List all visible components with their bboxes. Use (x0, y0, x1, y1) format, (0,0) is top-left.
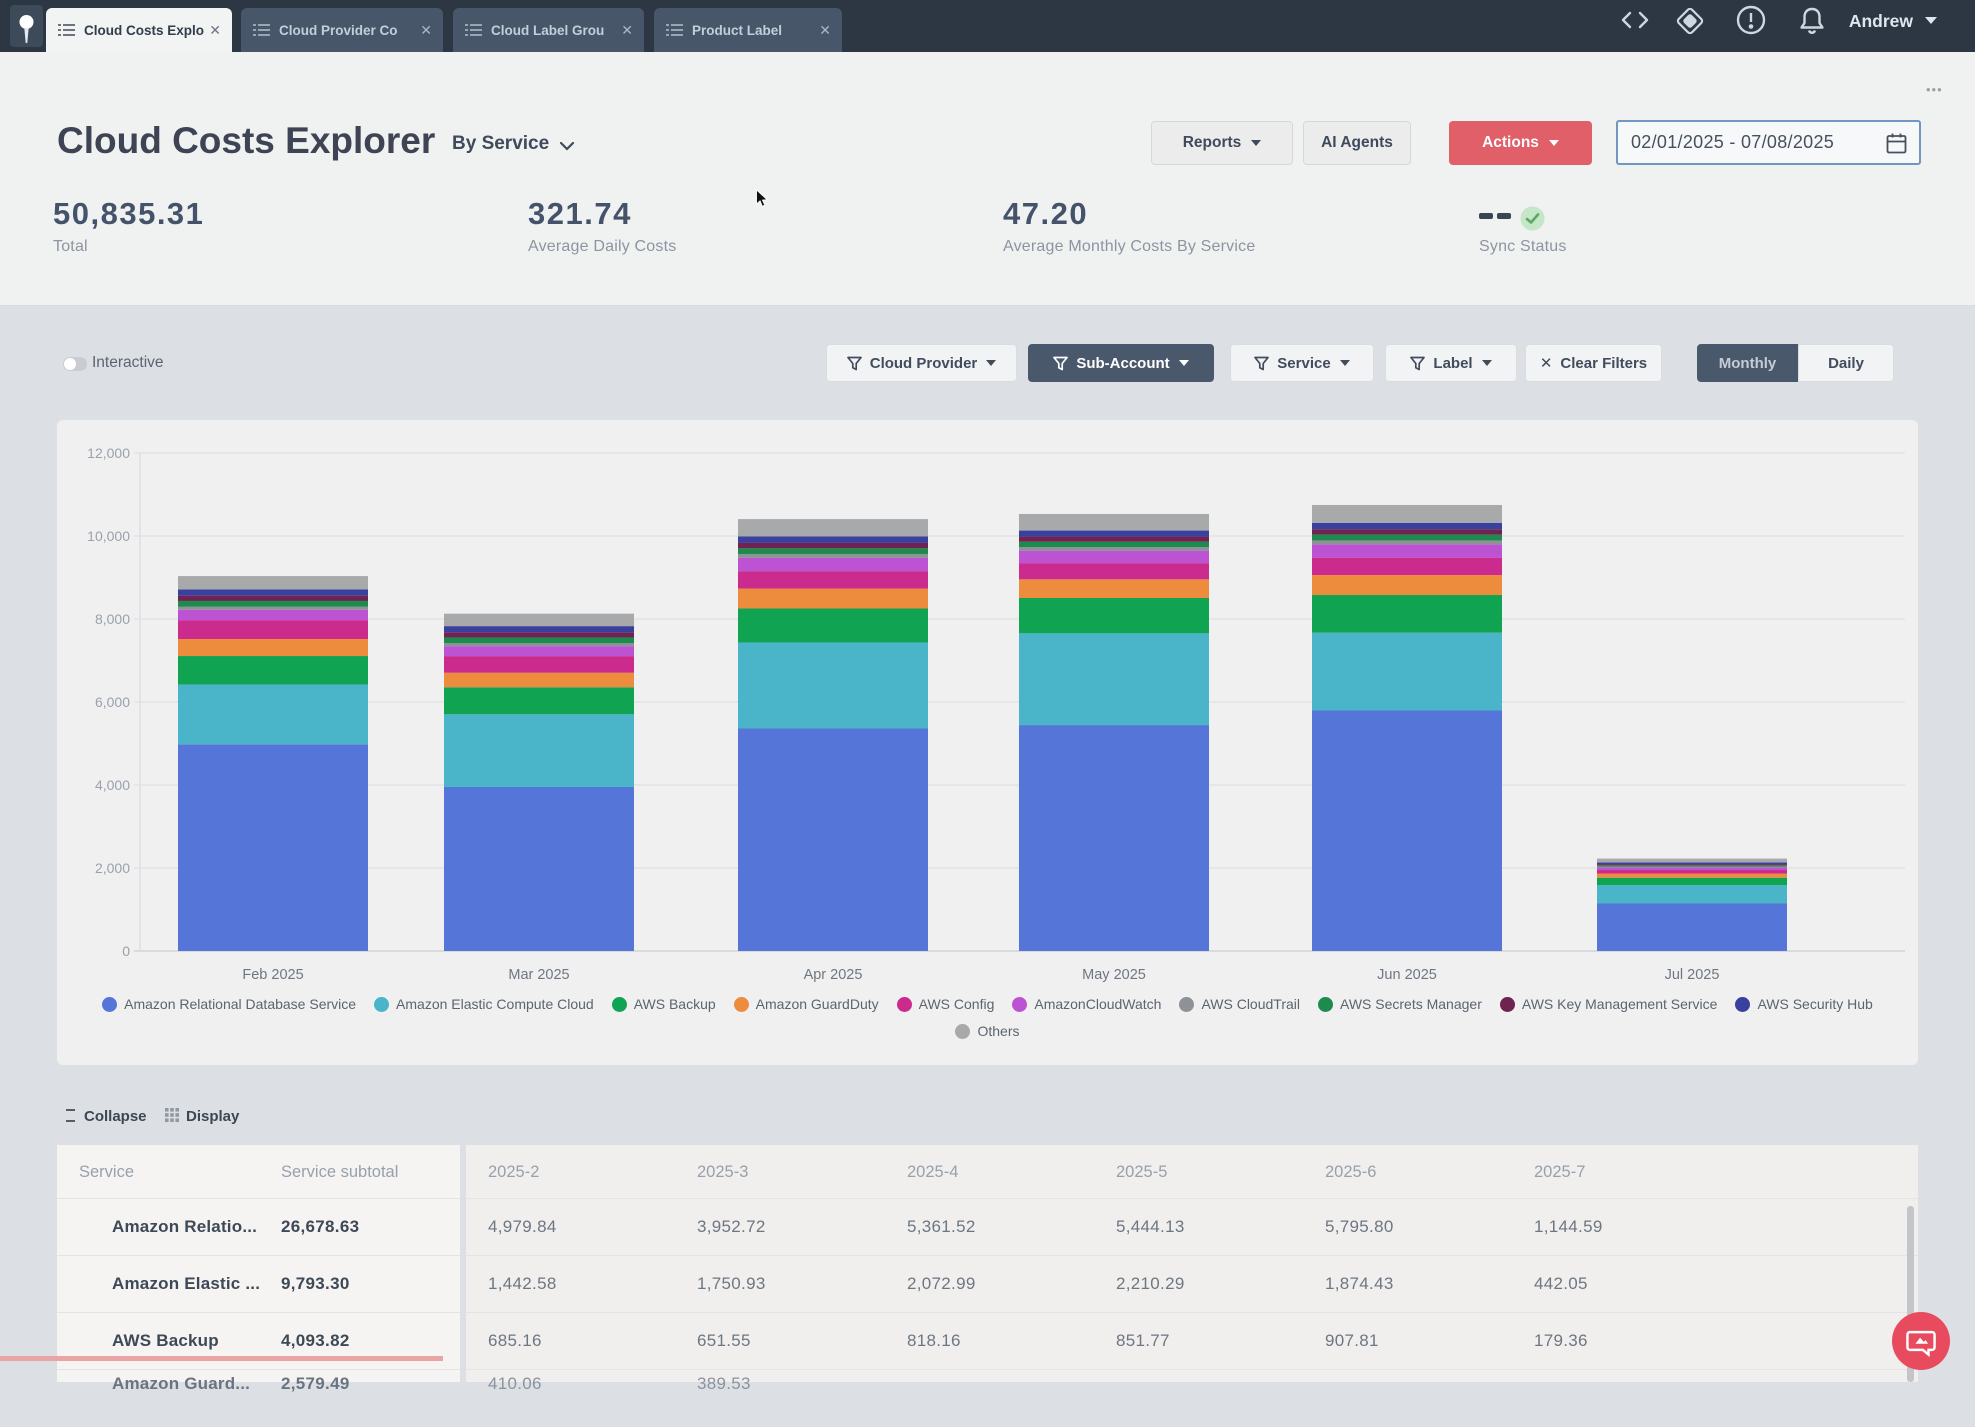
svg-text:Jun 2025: Jun 2025 (1377, 967, 1437, 983)
svg-text:Feb 2025: Feb 2025 (242, 967, 303, 983)
svg-text:Apr 2025: Apr 2025 (804, 967, 863, 983)
svg-text:4,000: 4,000 (95, 777, 130, 793)
svg-text:May 2025: May 2025 (1082, 967, 1146, 983)
svg-text:12,000: 12,000 (87, 445, 130, 461)
svg-text:8,000: 8,000 (95, 611, 130, 627)
svg-text:Jul 2025: Jul 2025 (1665, 967, 1720, 983)
svg-text:10,000: 10,000 (87, 528, 130, 544)
svg-text:0: 0 (122, 943, 130, 959)
svg-text:6,000: 6,000 (95, 694, 130, 710)
svg-text:Mar 2025: Mar 2025 (508, 967, 569, 983)
svg-text:2,000: 2,000 (95, 860, 130, 876)
